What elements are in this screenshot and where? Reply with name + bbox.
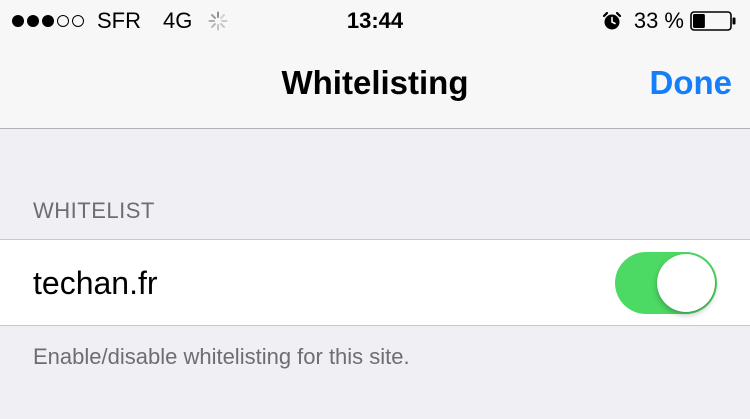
alarm-icon: [602, 11, 621, 30]
status-bar: SFR 4G 13:44 33 %: [0, 0, 750, 40]
page-title: Whitelisting: [281, 64, 469, 101]
site-label: techan.fr: [33, 265, 158, 301]
whitelist-toggle[interactable]: [615, 252, 717, 314]
section-header: WHITELIST: [33, 198, 155, 223]
done-button[interactable]: Done: [650, 64, 733, 102]
navigation-bar: Whitelisting Done: [0, 40, 750, 129]
whitelist-cell: techan.fr: [0, 239, 750, 326]
section-footer: Enable/disable whitelisting for this sit…: [33, 344, 410, 369]
battery-percent: 33 %: [633, 8, 684, 33]
battery-icon: [690, 11, 736, 31]
status-right: 33 %: [602, 8, 736, 34]
toggle-knob[interactable]: [657, 254, 715, 312]
